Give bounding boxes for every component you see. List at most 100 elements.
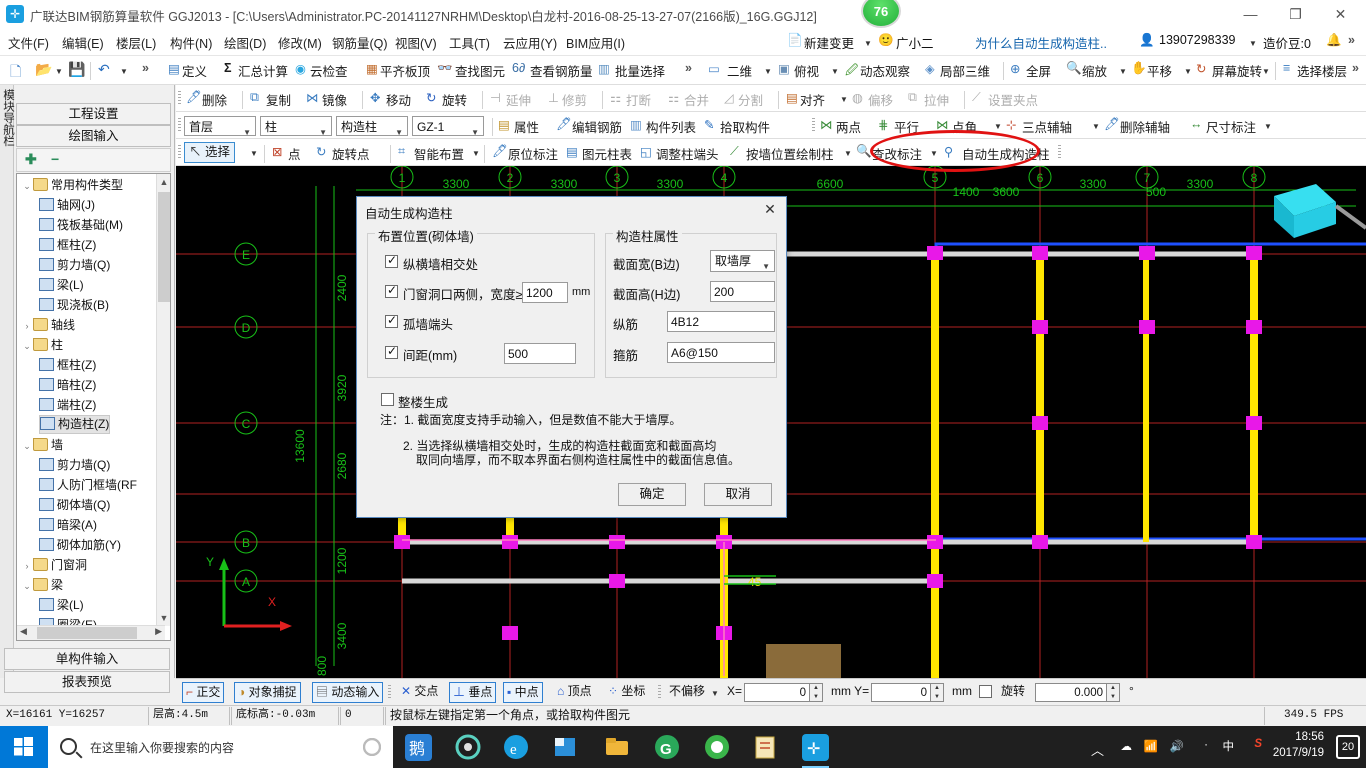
rotate-button[interactable]: 旋转 [442, 90, 467, 109]
smart-layout-button[interactable]: 智能布置 [414, 144, 464, 163]
define-button[interactable]: 定义 [182, 61, 207, 80]
property-button[interactable]: 属性 [514, 117, 539, 136]
align-button[interactable]: 对齐 [800, 90, 825, 109]
set-grip-button[interactable]: 设置夹点 [988, 90, 1038, 109]
undo-icon[interactable]: ↶ [98, 61, 110, 78]
menu-modify[interactable]: 修改(M) [278, 33, 322, 52]
menu-edit[interactable]: 编辑(E) [62, 33, 104, 52]
rotate-spinner[interactable]: ▲ ▼ [1107, 683, 1120, 702]
project-settings-button[interactable]: 工程设置 [16, 103, 171, 125]
score-badge[interactable]: 76 [858, 0, 904, 28]
tree-item[interactable]: › 轴线 [21, 315, 75, 335]
dialog-close-icon[interactable]: ✕ [758, 200, 782, 220]
zoom-chevron-down-icon[interactable]: ▼ [1119, 67, 1127, 76]
combo-section-width[interactable]: 取墙厚 ▼ [710, 250, 775, 272]
select-chevron-down-icon[interactable]: ▼ [250, 149, 258, 158]
chevron-right-icon[interactable]: › [21, 556, 33, 576]
tree-item[interactable]: 梁(L) [39, 595, 84, 615]
point-button[interactable]: 点 [288, 144, 301, 163]
tray-action-center-badge[interactable]: 20 [1336, 735, 1360, 759]
tree-item[interactable]: 轴网(J) [39, 195, 95, 215]
input-section-height[interactable] [710, 281, 775, 302]
tree-item[interactable]: 砌体墙(Q) [39, 495, 110, 515]
tree-vertical-scrollbar[interactable]: ▲ ▼ [156, 174, 170, 626]
tree-item[interactable]: ⌄ 常用构件类型 [21, 175, 123, 195]
taskbar-app-2-icon[interactable] [455, 734, 482, 761]
smart-layout-chevron-down-icon[interactable]: ▼ [472, 149, 480, 158]
remove-member-icon[interactable]: − [51, 151, 59, 167]
cortana-icon[interactable] [363, 738, 381, 756]
merge-button[interactable]: 合并 [684, 90, 709, 109]
tree-scroll-thumb[interactable] [158, 192, 170, 302]
top-view-button[interactable]: 俯视 [794, 61, 819, 80]
close-button[interactable]: ✕ [1318, 0, 1363, 28]
name-combo[interactable]: GZ-1 ▼ [412, 116, 484, 137]
tree-item[interactable]: ⌄ 墙 [21, 435, 63, 455]
minimize-button[interactable]: — [1228, 0, 1273, 28]
snap-midpoint[interactable]: ▪ 中点 [503, 682, 543, 703]
promo-link[interactable]: 为什么自动生成构造柱.. [975, 33, 1107, 52]
tree-item[interactable]: 剪力墙(Q) [39, 255, 110, 275]
local-3d-button[interactable]: 局部三维 [940, 61, 990, 80]
rotate-input[interactable] [1035, 683, 1107, 702]
tray-volume-icon[interactable]: 🔊 [1170, 739, 1184, 753]
tray-clock-date[interactable]: 2017/9/19 [1266, 747, 1324, 759]
dimension-chevron-down-icon[interactable]: ▼ [1264, 122, 1272, 131]
draw-input-button[interactable]: 绘图输入 [16, 125, 171, 147]
new-change-chevron-down-icon[interactable]: ▼ [864, 39, 872, 48]
point-angle-chevron-down-icon[interactable]: ▼ [994, 122, 1002, 131]
taskbar-glodon-icon[interactable]: G [654, 734, 681, 761]
input-longitudinal-rebar[interactable] [667, 311, 775, 332]
chevron-down-icon[interactable]: ⌄ [21, 336, 33, 356]
offset-button[interactable]: 偏移 [868, 90, 893, 109]
dynamic-input-toggle[interactable]: ▤ 动态输入 [312, 682, 384, 703]
chevron-down-icon[interactable]: ⌄ [21, 576, 33, 596]
report-preview-button[interactable]: 报表预览 [4, 671, 170, 693]
component-tree[interactable]: ⌄ 常用构件类型 轴网(J) 筏板基础(M) 框柱(Z) 剪力墙(Q) 梁(L) 现浇板(B)… [16, 173, 171, 641]
toolbar1-overflow[interactable]: » [142, 61, 149, 75]
taskbar-search[interactable]: 在这里输入你要搜索的内容 [48, 726, 393, 768]
flush-slab-button[interactable]: 平齐板顶 [380, 61, 430, 80]
checkbox-opening-sides[interactable] [385, 283, 398, 298]
category-combo[interactable]: 柱 ▼ [260, 116, 332, 137]
ortho-toggle[interactable]: ⌐ 正交 [182, 682, 225, 703]
type-combo[interactable]: 构造柱 ▼ [336, 116, 408, 137]
toolbar1-overflow2[interactable]: » [685, 61, 692, 75]
tray-sogou-icon[interactable]: S [1254, 738, 1262, 750]
toolbar1-overflow3[interactable]: » [1352, 61, 1359, 75]
menu-floor[interactable]: 楼层(L) [116, 33, 156, 52]
tree-horizontal-scrollbar[interactable]: ◀ ▶ [17, 625, 165, 640]
dialog-cancel-button[interactable]: 取消 [704, 483, 772, 506]
menu-view[interactable]: 视图(V) [395, 33, 437, 52]
snap-vertex[interactable]: ⌂ 顶点 [554, 682, 595, 703]
tree-item[interactable]: 人防门框墙(RF [39, 475, 137, 495]
tray-onedrive-icon[interactable]: ☁ [1121, 739, 1133, 753]
single-member-input-button[interactable]: 单构件输入 [4, 648, 170, 670]
two-point-button[interactable]: 两点 [836, 117, 861, 136]
align-chevron-down-icon[interactable]: ▼ [840, 95, 848, 104]
member-list-button[interactable]: 构件列表 [646, 117, 696, 136]
menu-tools[interactable]: 工具(T) [449, 33, 490, 52]
taskbar-app-1-icon[interactable]: 鹅 [405, 734, 432, 761]
tray-lang-label[interactable]: 中 [1223, 738, 1235, 754]
sum-calc-button[interactable]: 汇总计算 [238, 61, 288, 80]
move-button[interactable]: 移动 [386, 90, 411, 109]
batch-select-button[interactable]: 批量选择 [615, 61, 665, 80]
checkbox-cross-wall[interactable] [385, 253, 398, 268]
save-icon[interactable]: 💾 [68, 61, 85, 78]
scroll-up-icon[interactable]: ▲ [157, 174, 170, 190]
rotate-checkbox[interactable] [979, 685, 992, 698]
tree-item[interactable]: 梁(L) [39, 275, 84, 295]
undo-chevron-down-icon[interactable]: ▼ [120, 67, 128, 76]
x-input[interactable] [744, 683, 810, 702]
mirror-button[interactable]: 镜像 [322, 90, 347, 109]
menu-file[interactable]: 文件(F) [8, 33, 49, 52]
menu-draw[interactable]: 绘图(D) [224, 33, 266, 52]
copy-button[interactable]: 复制 [266, 90, 291, 109]
open-chevron-down-icon[interactable]: ▼ [55, 67, 63, 76]
add-member-icon[interactable]: ✚ [25, 151, 37, 168]
trim-button[interactable]: 修剪 [562, 90, 587, 109]
offset-mode-combo[interactable]: 不偏移 [666, 682, 708, 703]
menu-rebar[interactable]: 钢筋量(Q) [332, 33, 388, 52]
menu-member[interactable]: 构件(N) [170, 33, 212, 52]
